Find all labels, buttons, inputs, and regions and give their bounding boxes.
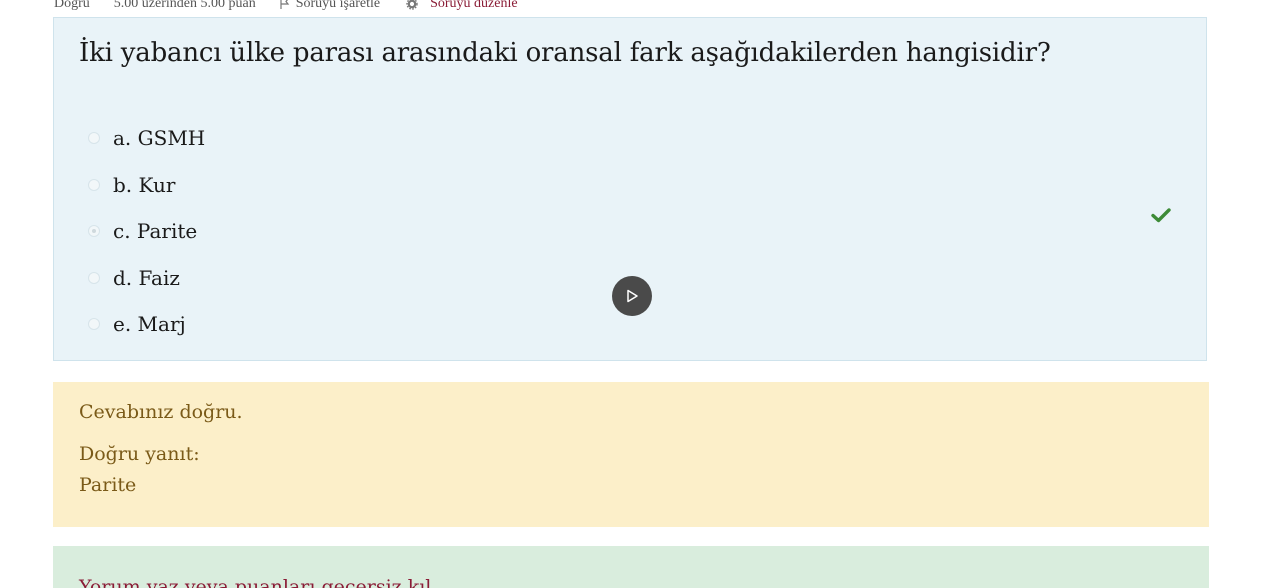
- edit-question-label: Soruyu düzenle: [430, 0, 518, 11]
- comment-override-link[interactable]: Yorum yaz veya puanları geçersiz kıl: [79, 576, 431, 588]
- feedback-result: Cevabınız doğru.: [79, 401, 243, 423]
- answer-label-c: c. Parite: [113, 219, 198, 244]
- right-answer-value: Parite: [79, 474, 137, 496]
- answer-label-d: d. Faiz: [113, 265, 180, 290]
- answer-label-a: a. GSMH: [113, 126, 206, 151]
- right-answer-label: Doğru yanıt:: [79, 443, 200, 465]
- answer-label-e: e. Marj: [113, 312, 186, 337]
- radio-button-b[interactable]: [88, 178, 100, 191]
- question-text: İki yabancı ülke parası arasındaki orans…: [79, 38, 1051, 68]
- edit-question-link[interactable]: Soruyu düzenle: [406, 0, 518, 12]
- quiz-review-page: Doğru 5.00 üzerinden 5.00 puan Soruyu iş…: [0, 0, 1280, 588]
- question-grade: 5.00 üzerinden 5.00 puan: [113, 0, 256, 11]
- radio-button-c[interactable]: [88, 225, 100, 238]
- answer-option-b[interactable]: b. Kur: [88, 162, 1188, 209]
- video-play-button[interactable]: [612, 276, 652, 316]
- flag-question-link[interactable]: Soruyu işaretle: [280, 0, 380, 12]
- flag-icon: [280, 0, 289, 9]
- radio-button-d[interactable]: [88, 271, 100, 284]
- radio-button-e[interactable]: [88, 318, 100, 331]
- play-icon: [627, 289, 638, 303]
- answer-label-b: b. Kur: [113, 172, 176, 197]
- correct-check-icon: [1151, 208, 1171, 223]
- comment-box: Yorum yaz veya puanları geçersiz kıl: [53, 546, 1209, 588]
- question-info-bar: Doğru 5.00 üzerinden 5.00 puan Soruyu iş…: [54, 0, 518, 12]
- feedback-box: Cevabınız doğru. Doğru yanıt: Parite: [53, 382, 1209, 527]
- answer-option-c[interactable]: c. Parite: [88, 208, 1188, 255]
- radio-button-a[interactable]: [88, 132, 100, 145]
- question-state: Doğru: [54, 0, 90, 11]
- flag-question-label: Soruyu işaretle: [295, 0, 381, 11]
- gear-icon: [406, 0, 418, 10]
- answer-option-a[interactable]: a. GSMH: [88, 115, 1188, 162]
